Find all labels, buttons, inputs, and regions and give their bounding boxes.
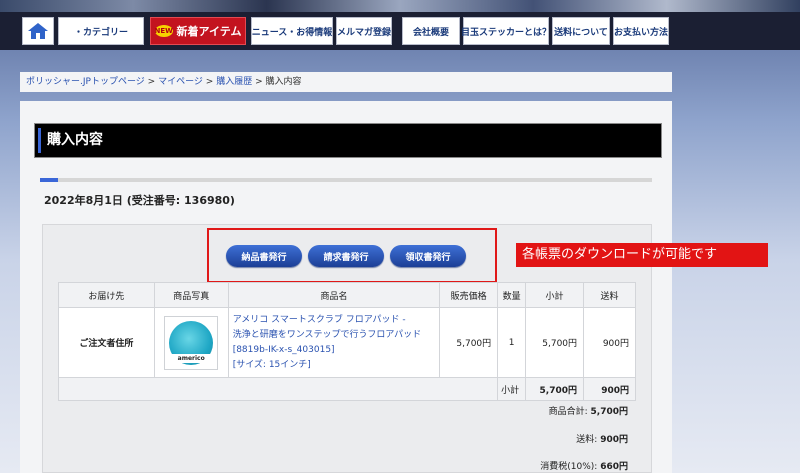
column-header: 送料: [583, 282, 636, 308]
subtotal-label: 小計: [497, 377, 527, 401]
product-code: [8819b-IK-x-s_403015]: [232, 344, 335, 355]
product-size: [サイズ: 15インチ]: [232, 359, 311, 370]
shipping-cell: 900円: [583, 307, 636, 378]
global-nav: ・カテゴリー NEW 新着アイテム ニュース・お得情報 メルマガ登録 会社概要 …: [0, 12, 800, 50]
price-cell: 5,700円: [439, 307, 499, 378]
goods-total-value: 5,700円: [590, 407, 628, 417]
receipt-button[interactable]: 領収書発行: [390, 245, 466, 267]
breadcrumb-history-link[interactable]: 購入履歴: [216, 77, 252, 87]
breadcrumb-separator: >: [255, 77, 263, 87]
product-logo: americo: [169, 353, 214, 363]
subtotal-row: 小計 5,700円 900円: [57, 377, 636, 401]
nav-payment[interactable]: お支払い方法: [613, 17, 669, 45]
progress-bar: [40, 178, 652, 182]
nav-category[interactable]: ・カテゴリー: [58, 17, 144, 45]
breadcrumb-current: 購入内容: [265, 77, 302, 87]
product-name-line: アメリコ スマートスクラブ フロアパッド -: [232, 314, 406, 325]
column-header: 販売価格: [439, 282, 499, 308]
page-title: 購入内容: [47, 132, 103, 148]
tax-total-value: 660円: [600, 462, 628, 472]
new-badge: NEW: [154, 25, 173, 37]
column-header: 商品名: [227, 282, 441, 308]
breadcrumb-separator: >: [147, 77, 156, 87]
annotation-callout: 各帳票のダウンロードが可能です: [516, 243, 768, 267]
order-heading: 2022年8月1日 (受注番号: 136980): [44, 194, 235, 207]
delivery-note-button[interactable]: 納品書発行: [226, 245, 302, 267]
home-icon: [28, 23, 48, 39]
breadcrumb: ポリッシャー.JPトップページ > マイページ > 購入履歴 > 購入内容: [20, 72, 672, 92]
product-photo-cell: americo: [153, 307, 229, 378]
column-header: 商品写真: [153, 282, 229, 308]
top-banner-strip: [0, 0, 800, 12]
column-header: 小計: [525, 282, 585, 308]
progress-fill: [40, 178, 59, 182]
subtotal-cell: 5,700円: [525, 307, 585, 378]
nav-shipping[interactable]: 送料について: [552, 17, 610, 45]
page-title-bar: 購入内容: [34, 123, 662, 158]
tax-total: 消費税(10%): 660円: [540, 459, 628, 472]
product-thumbnail[interactable]: americo: [164, 315, 219, 370]
breadcrumb-separator: >: [205, 77, 214, 87]
goods-total-label: 商品合計:: [548, 407, 588, 417]
tax-total-label: 消費税(10%):: [540, 462, 598, 472]
product-name-line: 洗浄と研磨をワンステップで行うフロアパッド: [232, 329, 422, 340]
column-header: お届け先: [58, 282, 155, 308]
nav-mailmag[interactable]: メルマガ登録: [336, 17, 392, 45]
nav-sticker[interactable]: 目玉ステッカーとは？: [461, 17, 551, 45]
subtotal-shipping: 900円: [583, 377, 636, 401]
table-header-row: お届け先 商品写真 商品名 販売価格 数量 小計 送料: [58, 282, 636, 308]
breadcrumb-mypage-link[interactable]: マイページ: [158, 77, 203, 87]
subtotal-value: 5,700円: [525, 377, 585, 401]
quantity-cell: 1: [497, 307, 527, 378]
subtotal-spacer: [57, 377, 499, 401]
column-header: 数量: [497, 282, 527, 308]
shipping-total: 送料: 900円: [576, 432, 628, 445]
shipping-total-value: 900円: [600, 435, 628, 445]
table-row: ご注文者住所 americo アメリコ スマートスクラブ フロアパッド - 洗浄…: [58, 307, 636, 378]
shipping-total-label: 送料:: [576, 435, 598, 445]
nav-company[interactable]: 会社概要: [402, 17, 460, 45]
nav-new-items[interactable]: NEW 新着アイテム: [150, 17, 246, 45]
invoice-button[interactable]: 請求書発行: [308, 245, 384, 267]
home-button[interactable]: [22, 17, 54, 45]
goods-total: 商品合計: 5,700円: [549, 404, 628, 417]
order-items-table: お届け先 商品写真 商品名 販売価格 数量 小計 送料 ご注文者住所 ameri…: [57, 282, 636, 401]
title-accent-bar: [38, 128, 41, 153]
product-name-cell[interactable]: アメリコ スマートスクラブ フロアパッド - 洗浄と研磨をワンステップで行うフロ…: [227, 307, 441, 378]
breadcrumb-top-link[interactable]: ポリッシャー.JPトップページ: [26, 77, 145, 87]
nav-news[interactable]: ニュース・お得情報: [251, 17, 333, 45]
destination-cell: ご注文者住所: [58, 307, 155, 378]
